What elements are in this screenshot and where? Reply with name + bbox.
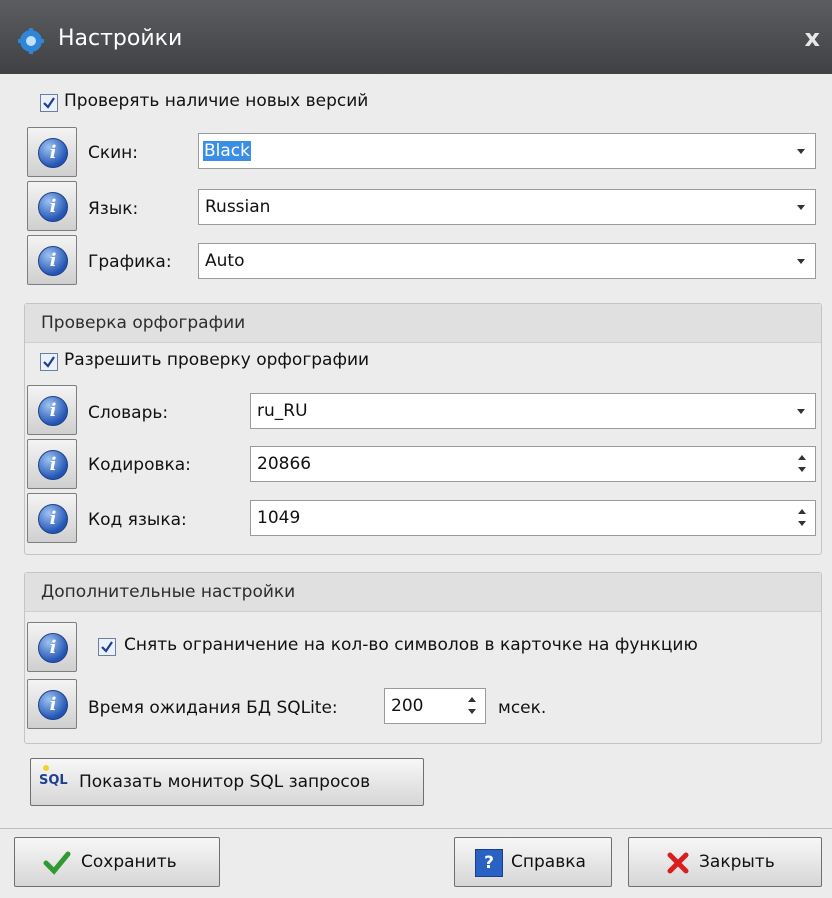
gear-icon [18,28,44,54]
lang-code-info-button[interactable]: i [27,493,77,543]
help-label: Справка [511,852,586,872]
skin-info-button[interactable]: i [27,127,77,177]
sqlite-timeout-value: 200 [391,696,424,716]
enable-spellcheck-checkbox[interactable] [40,353,58,371]
lang-code-spinbox[interactable]: 1049 [250,500,816,536]
save-label: Сохранить [81,852,177,872]
footer-separator [0,828,832,829]
sql-icon-dot [43,765,49,771]
graphics-value: Auto [205,251,245,271]
close-button[interactable]: Закрыть [628,837,822,887]
check-updates-checkbox[interactable] [40,94,58,112]
dictionary-value: ru_RU [257,401,308,421]
remove-limit-info-button[interactable]: i [27,622,77,672]
lang-code-value: 1049 [257,508,301,528]
help-icon: ? [475,849,503,877]
close-icon[interactable]: x [805,24,820,52]
chevron-down-icon[interactable] [797,149,805,154]
sql-icon: SQL [39,773,68,788]
chevron-down-icon[interactable] [797,409,805,414]
spin-arrows-icon[interactable] [465,694,479,720]
advanced-group-title: Дополнительные настройки [41,582,296,602]
dictionary-info-button[interactable]: i [27,385,77,435]
skin-value: Black [203,141,251,161]
remove-limit-label: Снять ограничение на кол-во символов в к… [124,635,698,655]
info-icon: i [38,690,68,720]
spellcheck-group-title: Проверка орфографии [41,313,246,333]
info-icon: i [38,246,68,276]
sqlite-timeout-spinbox[interactable]: 200 [384,688,486,724]
checkmark-icon [43,851,71,875]
show-sql-monitor-button[interactable]: SQL Показать монитор SQL запросов [30,758,424,806]
save-button[interactable]: Сохранить [14,837,220,887]
language-label: Язык: [88,199,139,219]
skin-select[interactable]: Black [198,133,816,169]
language-select[interactable]: Russian [198,189,816,225]
info-icon: i [38,450,68,480]
encoding-spinbox[interactable]: 20866 [250,446,816,482]
spellcheck-group-header: Проверка орфографии [25,304,821,343]
sqlite-timeout-label: Время ожидания БД SQLite: [88,698,338,718]
sqlite-timeout-info-button[interactable]: i [27,679,77,729]
close-label: Закрыть [699,852,775,872]
chevron-down-icon[interactable] [797,205,805,210]
close-x-icon [667,852,689,874]
language-value: Russian [205,197,271,217]
chevron-down-icon[interactable] [797,259,805,264]
spin-arrows-icon[interactable] [795,452,809,478]
encoding-info-button[interactable]: i [27,439,77,489]
remove-limit-checkbox[interactable] [98,638,116,656]
skin-label: Скин: [88,143,139,163]
spin-arrows-icon[interactable] [795,506,809,532]
encoding-value: 20866 [257,454,312,474]
window-title: Настройки [58,26,183,51]
info-icon: i [38,192,68,222]
settings-window: Настройки x Проверять наличие новых верс… [0,0,832,898]
show-sql-monitor-label: Показать монитор SQL запросов [79,772,371,792]
advanced-group-header: Дополнительные настройки [25,573,821,612]
title-bar: Настройки x [0,0,832,74]
encoding-label: Кодировка: [88,455,191,475]
lang-code-label: Код языка: [88,510,187,530]
check-updates-label: Проверять наличие новых версий [64,91,369,111]
graphics-select[interactable]: Auto [198,243,816,279]
info-icon: i [38,504,68,534]
graphics-label: Графика: [88,252,172,272]
graphics-info-button[interactable]: i [27,235,77,285]
dictionary-select[interactable]: ru_RU [250,393,816,429]
info-icon: i [38,138,68,168]
language-info-button[interactable]: i [27,181,77,231]
info-icon: i [38,396,68,426]
enable-spellcheck-label: Разрешить проверку орфографии [64,350,370,370]
dictionary-label: Словарь: [88,403,169,423]
info-icon: i [38,633,68,663]
sqlite-timeout-unit: мсек. [498,698,547,718]
help-button[interactable]: ? Справка [454,837,612,887]
